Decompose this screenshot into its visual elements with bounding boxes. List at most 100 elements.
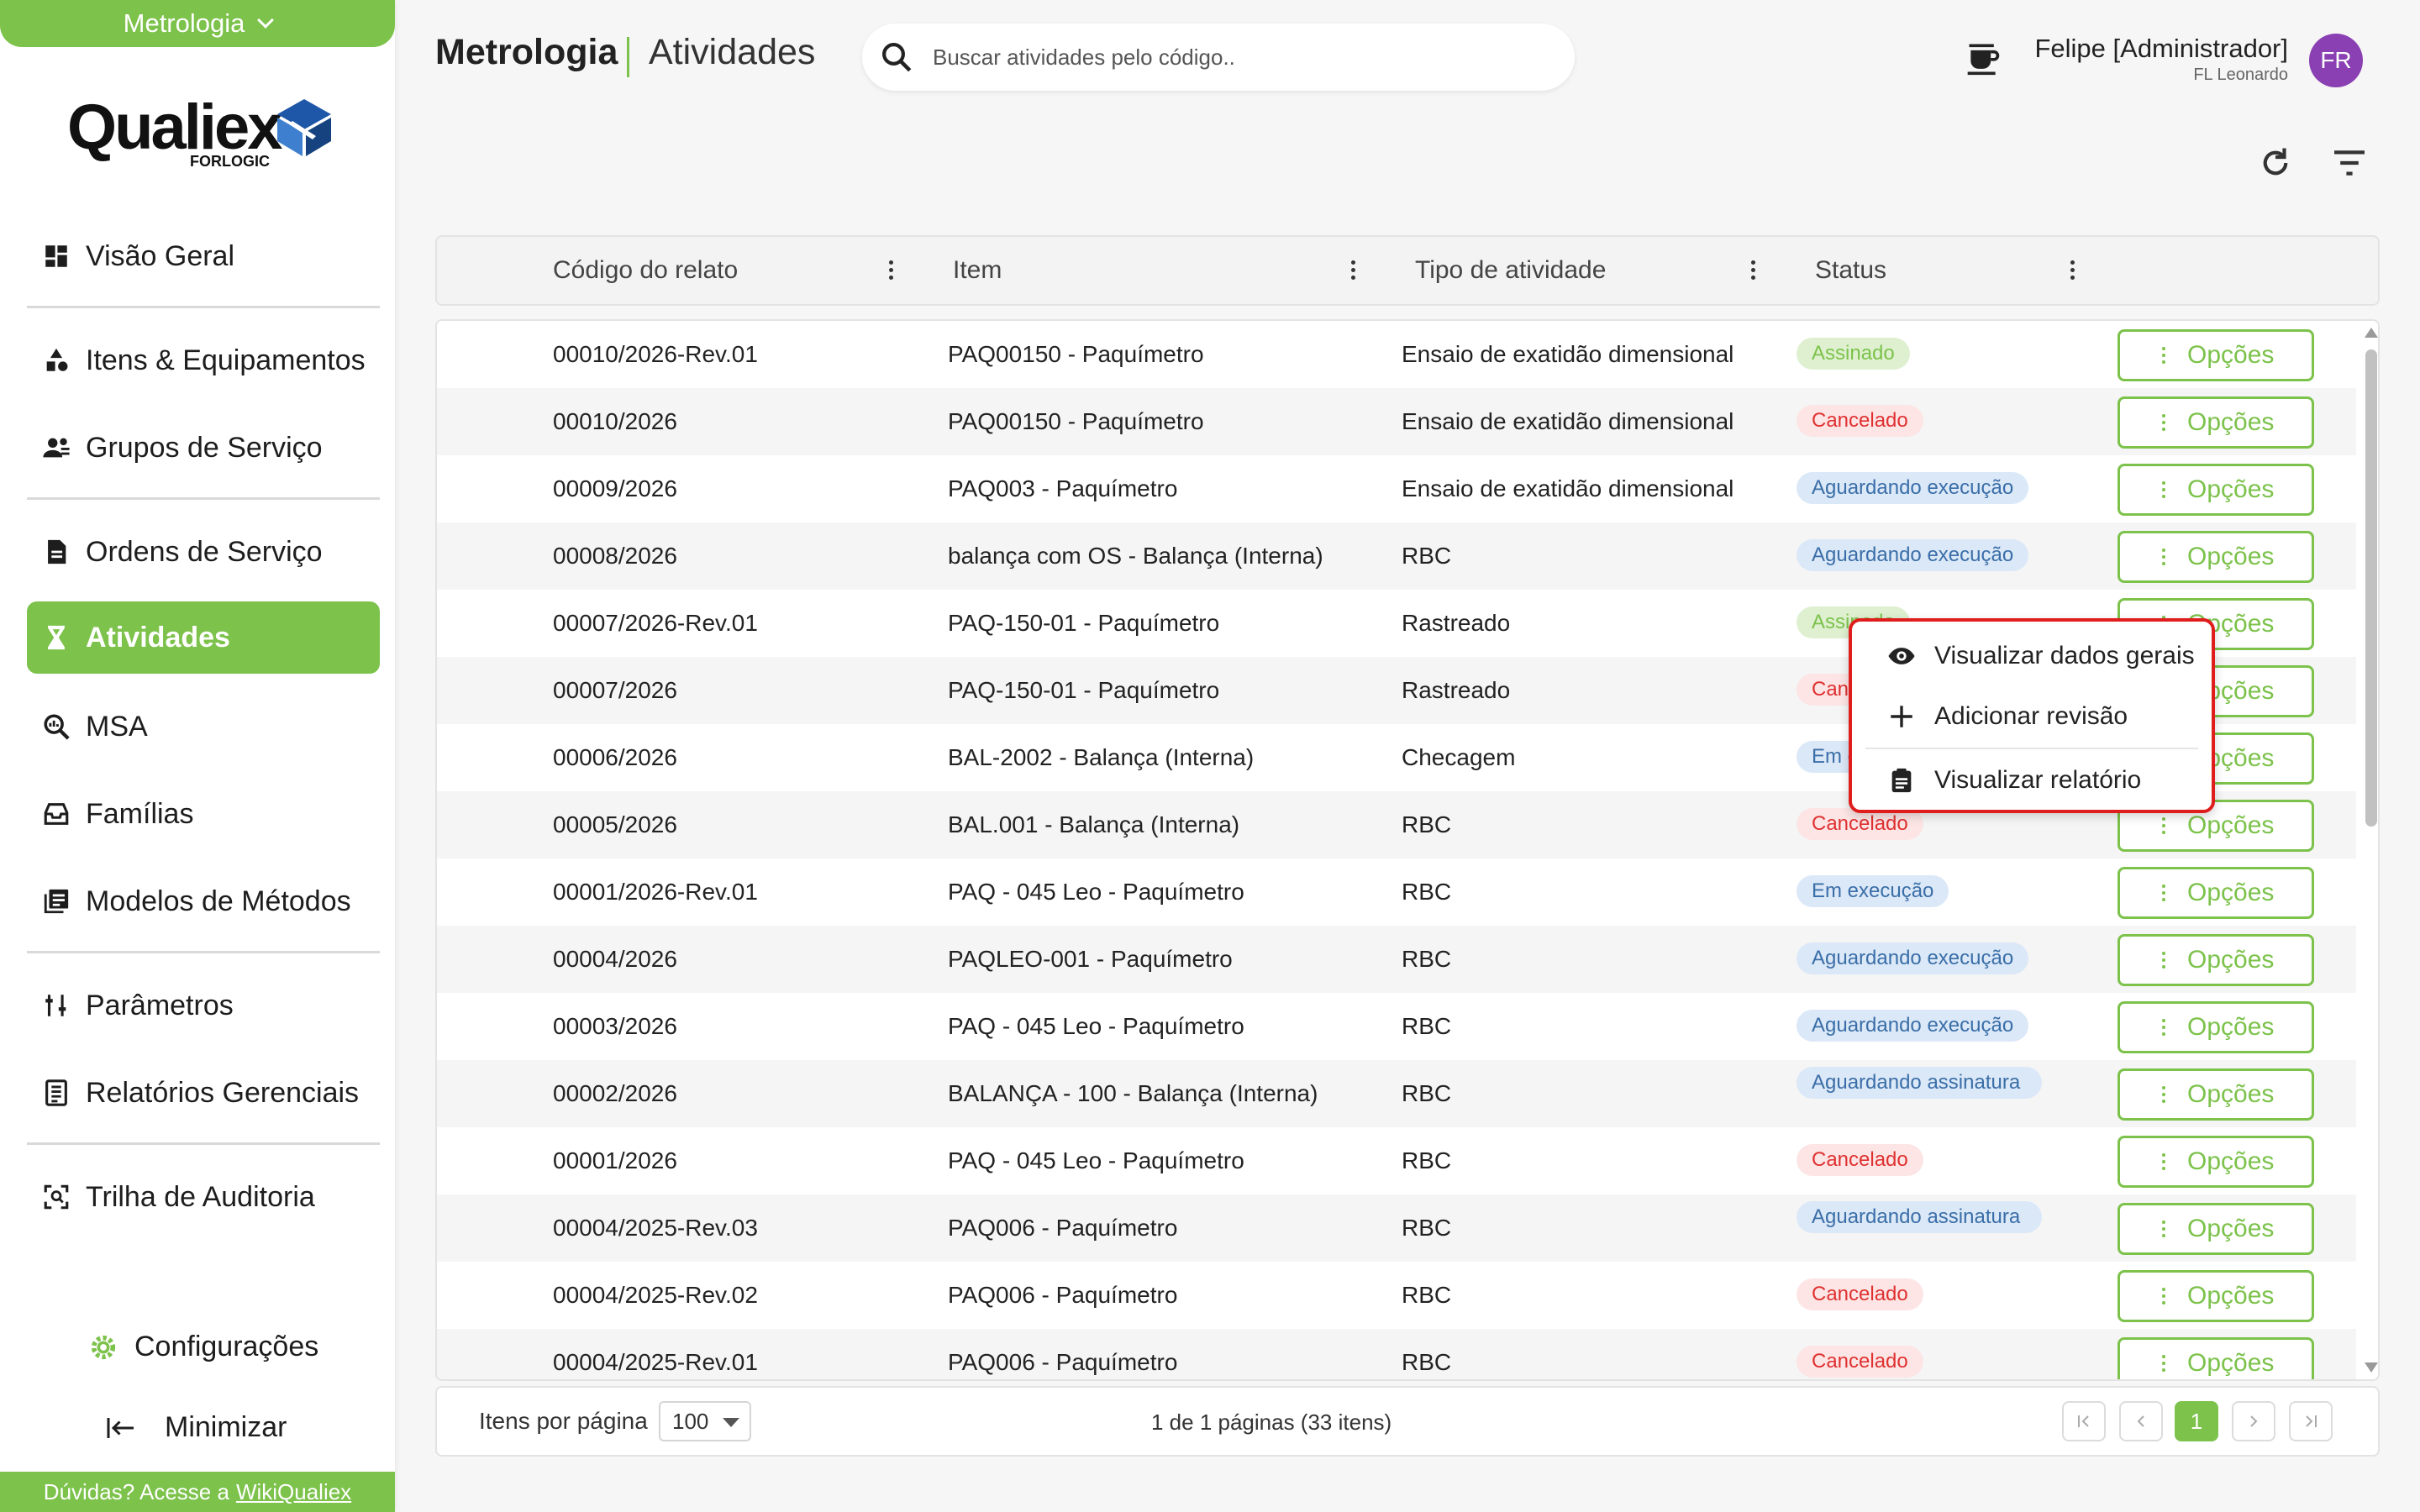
- cell-item: PAQ-150-01 - Paquímetro: [948, 610, 1220, 636]
- page-button-current[interactable]: 1: [2175, 1401, 2218, 1441]
- sidebar-item-itens-equipamentos[interactable]: Itens & Equipamentos: [27, 324, 380, 396]
- menu-item-view-general-data[interactable]: Visualizar dados gerais: [1852, 627, 2212, 685]
- cell-activity-type: RBC: [1402, 879, 1452, 905]
- options-button[interactable]: Opções: [2118, 1203, 2314, 1255]
- column-menu-icon[interactable]: [1351, 260, 1356, 282]
- user-name[interactable]: Felipe [Administrador]: [2034, 34, 2288, 64]
- scrollbar-thumb[interactable]: [2365, 349, 2377, 827]
- sidebar-item-parametros[interactable]: Parâmetros: [27, 969, 380, 1042]
- items-per-page-label: Itens por página: [479, 1408, 648, 1434]
- module-selector[interactable]: Metrologia: [0, 0, 395, 47]
- options-button[interactable]: Opções: [2118, 1270, 2314, 1322]
- sidebar-item-grupos-servico[interactable]: Grupos de Serviço: [27, 412, 380, 484]
- settings-link[interactable]: Configurações: [0, 1331, 395, 1363]
- table-row[interactable]: 00001/2026-Rev.01 PAQ - 045 Leo - Paquíme…: [437, 858, 2356, 926]
- cell-code: 00006/2026: [553, 744, 677, 770]
- audit-icon: [44, 1184, 69, 1210]
- avatar[interactable]: FR: [2309, 34, 2363, 87]
- next-page-button[interactable]: [2232, 1401, 2275, 1441]
- sidebar-item-atividades[interactable]: Atividades: [27, 601, 380, 674]
- options-button[interactable]: Opções: [2118, 1136, 2314, 1188]
- people-icon: [43, 438, 70, 458]
- options-button[interactable]: Opções: [2118, 1068, 2314, 1121]
- table-row[interactable]: 00004/2025-Rev.02 PAQ006 - Paquímetro RBC C…: [437, 1262, 2356, 1329]
- prev-page-button[interactable]: [2119, 1401, 2163, 1441]
- more-vert-icon: [2162, 481, 2165, 501]
- scroll-up-icon[interactable]: [2365, 328, 2378, 338]
- filter-button[interactable]: [2328, 141, 2371, 185]
- sidebar-item-relatorios[interactable]: Relatórios Gerenciais: [27, 1057, 380, 1129]
- plus-icon: [1891, 706, 1912, 727]
- cell-activity-type: RBC: [1402, 543, 1452, 569]
- sidebar-item-trilha-auditoria[interactable]: Trilha de Auditoria: [27, 1161, 380, 1233]
- last-page-button[interactable]: [2289, 1401, 2333, 1441]
- column-menu-icon[interactable]: [2070, 260, 2075, 282]
- search-input[interactable]: [933, 44, 1538, 71]
- options-button[interactable]: Opções: [2118, 1337, 2314, 1379]
- options-button[interactable]: Opções: [2118, 934, 2314, 986]
- sidebar-item-label: Modelos de Métodos: [86, 885, 351, 917]
- cell-item: PAQ006 - Paquímetro: [948, 1215, 1178, 1241]
- column-header-type[interactable]: Tipo de atividade: [1415, 237, 1606, 304]
- column-menu-icon[interactable]: [1751, 260, 1756, 282]
- table-row[interactable]: 00004/2026 PAQLEO-001 - Paquímetro RBC Agua…: [437, 926, 2356, 993]
- items-per-page-select[interactable]: 100: [659, 1401, 751, 1441]
- scroll-down-icon[interactable]: [2365, 1362, 2378, 1373]
- table-row[interactable]: 00009/2026 PAQ003 - Paquímetro Ensaio de e…: [437, 455, 2356, 522]
- table-row[interactable]: 00004/2025-Rev.03 PAQ006 - Paquímetro RBC A…: [437, 1194, 2356, 1262]
- cell-code: 00010/2026-Rev.01: [553, 341, 758, 367]
- cell-item: BAL.001 - Balança (Interna): [948, 811, 1240, 837]
- options-button[interactable]: Opções: [2118, 464, 2314, 516]
- table-row[interactable]: 00001/2026 PAQ - 045 Leo - Paquímetro RBC C…: [437, 1127, 2356, 1194]
- table-row[interactable]: 00010/2026 PAQ00150 - Paquímetro Ensaio de…: [437, 388, 2356, 455]
- sidebar-item-familias[interactable]: Famílias: [27, 778, 380, 850]
- table-row[interactable]: 00003/2026 PAQ - 045 Leo - Paquímetro RBC A…: [437, 993, 2356, 1060]
- refresh-button[interactable]: [2254, 141, 2297, 185]
- column-header-status[interactable]: Status: [1815, 237, 1886, 304]
- cell-activity-type: RBC: [1402, 1013, 1452, 1039]
- options-button[interactable]: Opções: [2118, 329, 2314, 381]
- menu-item-view-report[interactable]: Visualizar relatório: [1852, 751, 2212, 810]
- nav-divider: [27, 497, 380, 500]
- column-header-item[interactable]: Item: [953, 237, 1002, 304]
- cell-activity-type: RBC: [1402, 1147, 1452, 1173]
- first-page-button[interactable]: [2062, 1401, 2106, 1441]
- status-badge: Aguardando assinatura: [1797, 1067, 2042, 1099]
- cell-activity-type: Ensaio de exatidão dimensional: [1402, 475, 1734, 501]
- cell-item: PAQ-150-01 - Paquímetro: [948, 677, 1220, 703]
- table-row[interactable]: 00004/2025-Rev.01 PAQ006 - Paquímetro RBC C…: [437, 1329, 2356, 1379]
- coffee-icon[interactable]: [1965, 39, 2002, 77]
- cell-code: 00004/2025-Rev.03: [553, 1215, 758, 1241]
- table-footer: Itens por página 100 1 de 1 páginas (33 …: [435, 1386, 2380, 1457]
- options-context-menu: Visualizar dados gerais Adicionar revisã…: [1849, 618, 2215, 813]
- cell-activity-type: RBC: [1402, 1349, 1452, 1375]
- sidebar-item-modelos-metodos[interactable]: Modelos de Métodos: [27, 865, 380, 937]
- menu-item-add-revision[interactable]: Adicionar revisão: [1852, 687, 2212, 746]
- options-label: Opções: [2187, 811, 2275, 839]
- options-button[interactable]: Opções: [2118, 531, 2314, 583]
- table-row[interactable]: 00010/2026-Rev.01 PAQ00150 - Paquímetro En…: [437, 321, 2356, 388]
- minimize-button[interactable]: Minimizar: [0, 1411, 395, 1444]
- user-org: FL Leonardo: [2193, 66, 2288, 84]
- options-button[interactable]: Opções: [2118, 867, 2314, 919]
- table-row[interactable]: 00008/2026 balança com OS - Balança (Inte…: [437, 522, 2356, 590]
- column-header-code[interactable]: Código do relato: [553, 237, 738, 304]
- sidebar-item-msa[interactable]: MSA: [27, 690, 380, 763]
- clipboard-icon: [1891, 768, 1912, 793]
- more-vert-icon: [2162, 817, 2165, 837]
- table-row[interactable]: 00002/2026 BALANÇA - 100 - Balança (Inter…: [437, 1060, 2356, 1127]
- column-menu-icon[interactable]: [889, 260, 894, 282]
- sidebar-item-ordens-servico[interactable]: Ordens de Serviço: [27, 516, 380, 588]
- cell-item: PAQLEO-001 - Paquímetro: [948, 946, 1233, 972]
- sidebar-item-visao-geral[interactable]: Visão Geral: [27, 220, 380, 292]
- minimize-label: Minimizar: [165, 1411, 287, 1443]
- nav-divider: [27, 306, 380, 308]
- wiki-link[interactable]: WikiQualiex: [236, 1479, 351, 1505]
- options-button[interactable]: Opções: [2118, 1001, 2314, 1053]
- options-label: Opções: [2187, 1080, 2275, 1108]
- cell-item: PAQ - 045 Leo - Paquímetro: [948, 1147, 1244, 1173]
- vertical-scrollbar[interactable]: [2361, 321, 2378, 1379]
- nav-divider: [27, 951, 380, 953]
- options-button[interactable]: Opções: [2118, 396, 2314, 449]
- cell-item: PAQ006 - Paquímetro: [948, 1349, 1178, 1375]
